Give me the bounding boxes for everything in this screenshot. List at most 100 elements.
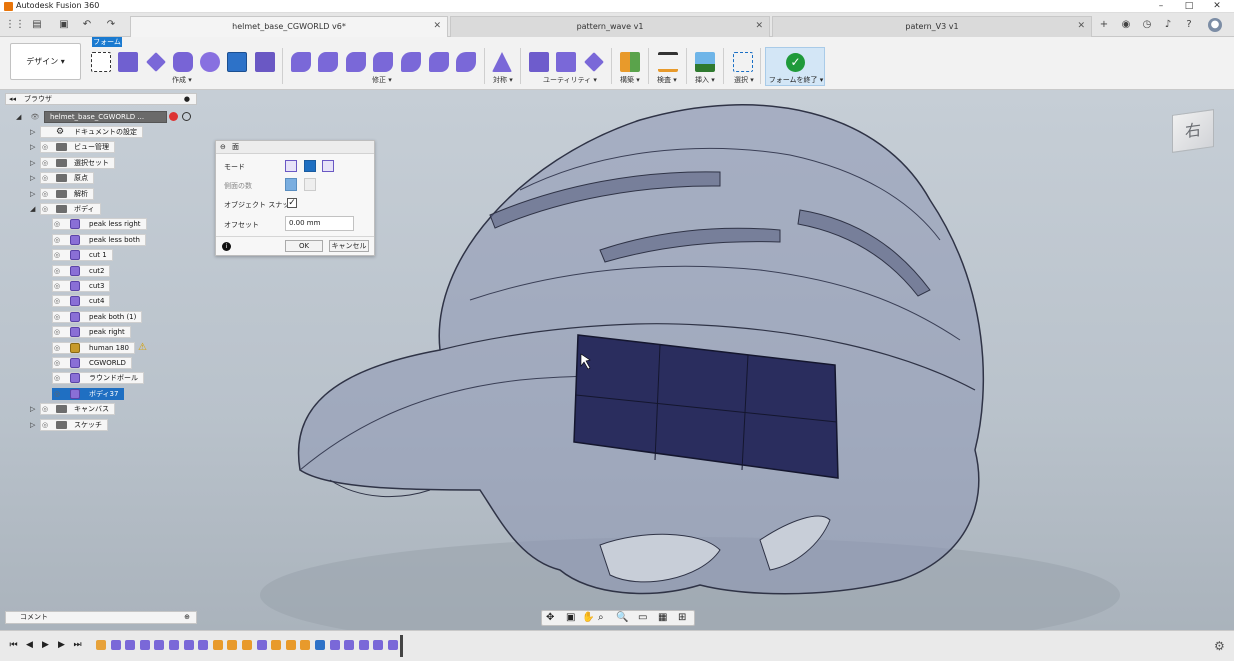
close-tab-icon[interactable]: ✕ [1077,17,1085,36]
timeline-feature-icon[interactable] [169,640,179,650]
expand-arrow-icon[interactable]: ▷ [30,157,38,169]
timeline-feature-icon[interactable] [285,640,296,650]
timeline-feature-icon[interactable] [125,640,136,650]
browser-body-node[interactable]: CGWORLD [52,357,132,369]
save-icon[interactable]: ▣ [57,18,71,32]
sides-three-icon[interactable] [304,178,316,191]
eye-icon[interactable]: ◎ [52,327,62,337]
mode-simple-icon[interactable] [285,160,297,172]
fill-hole-icon[interactable] [401,52,421,72]
cylinder-icon[interactable] [173,52,193,72]
display-mode-icon[interactable] [529,52,549,72]
browser-folder-node[interactable]: キャンバス [40,403,115,415]
construct-group-label[interactable]: 構築 ▾ [620,75,640,85]
tab-pattern-wave[interactable]: pattern_wave v1 ✕ [450,16,770,37]
timeline-feature-icon[interactable] [344,640,355,650]
timeline-feature-icon[interactable] [139,640,150,650]
browser-body-node[interactable]: peak both (1) [52,311,143,323]
insert-image-icon[interactable] [695,52,715,72]
browser-body-node[interactable]: human 180 [52,342,136,354]
eye-icon[interactable]: ◎ [52,266,62,276]
canvas-viewport[interactable] [0,90,1234,653]
dialog-header[interactable]: ⊖ 面 [216,141,374,154]
warning-icon[interactable]: ⚠ [138,342,147,353]
edit-form-icon[interactable] [291,52,311,72]
timeline-feature-icon[interactable] [154,640,165,650]
create-box-sketch-icon[interactable] [91,52,111,72]
browser-pin-icon[interactable]: ● [184,94,190,104]
expand-arrow-icon[interactable]: ▷ [30,403,38,415]
expand-arrow-icon[interactable]: ▷ [30,188,38,200]
weld-icon[interactable] [429,52,449,72]
face-tool-icon[interactable] [227,52,247,72]
extensions-icon[interactable]: ◉ [1119,18,1133,32]
info-icon[interactable]: i [222,242,231,251]
collapse-arrow-icon[interactable]: ◢ [16,111,24,123]
close-tab-icon[interactable]: ✕ [755,17,763,36]
eye-icon[interactable]: ◎ [52,312,62,322]
zoom-icon[interactable]: ⌕ [598,612,604,623]
timeline-feature-icon[interactable] [198,640,209,650]
timeline-marker[interactable] [400,635,403,657]
mode-edge-icon[interactable] [304,160,316,172]
extrude-icon[interactable] [255,52,275,72]
tab-patern-v3[interactable]: patern_V3 v1 ✕ [772,16,1092,37]
expand-arrow-icon[interactable]: ▷ [30,172,38,184]
timeline-feature-icon[interactable] [358,640,369,650]
construct-plane-icon[interactable] [620,52,640,72]
minimize-button[interactable]: – [1152,0,1170,13]
eye-icon[interactable]: ◎ [40,173,50,183]
add-comment-icon[interactable]: ⊕ [184,612,190,623]
eye-icon[interactable]: ◎ [52,343,62,353]
redo-icon[interactable]: ↷ [104,18,118,32]
user-avatar[interactable]: ● [1208,18,1222,32]
timeline-feature-icon[interactable] [329,640,340,650]
eye-icon[interactable]: ◎ [52,250,62,260]
fit-icon[interactable]: 🔍 [616,612,628,623]
timeline-feature-icon[interactable] [212,640,223,650]
crease-icon[interactable] [456,52,476,72]
browser-body-node[interactable]: ボディ37 [52,388,125,400]
orbit-icon[interactable]: ✥ [546,612,554,623]
eye-icon[interactable]: 👁 [30,112,40,122]
modify-group-label[interactable]: 修正 ▾ [372,75,392,85]
cancel-button[interactable]: キャンセル [329,240,369,252]
eye-icon[interactable]: ◎ [52,281,62,291]
eye-icon[interactable]: ◎ [52,373,62,383]
tab-form[interactable]: フォーム [92,37,122,47]
notification-icon[interactable]: ♪ [1161,18,1175,32]
insert-group-label[interactable]: 挿入 ▾ [695,75,715,85]
timeline-last-icon[interactable]: ⏭ [72,640,83,651]
symmetry-group-label[interactable]: 対称 ▾ [493,75,513,85]
mode-chain-icon[interactable] [322,160,334,172]
help-icon[interactable]: ? [1182,18,1196,32]
browser-body-node[interactable]: peak right [52,326,131,338]
bridge-icon[interactable] [373,52,393,72]
timeline-feature-icon[interactable] [227,640,238,650]
browser-header[interactable]: ◂◂ ブラウザ ● [5,93,197,105]
browser-folder-node[interactable]: 選択セット [40,157,115,169]
eye-icon[interactable]: ◎ [52,358,62,368]
collapse-arrow-icon[interactable]: ◢ [30,203,38,215]
file-menu-icon[interactable]: ▤ [30,18,44,32]
eye-icon[interactable]: ◎ [52,219,62,229]
pan-icon[interactable]: ✋ [582,612,594,623]
look-at-icon[interactable]: ▣ [566,612,575,623]
browser-root-node[interactable]: helmet_base_CGWORLD ... [44,111,167,123]
timeline-feature-icon[interactable] [96,640,106,650]
select-group-label[interactable]: 選択 ▾ [734,75,754,85]
eye-icon[interactable]: ◎ [52,389,62,399]
browser-body-node[interactable]: peak less right [52,218,147,230]
workspace-design-button[interactable]: デザイン ▾ [10,43,81,80]
measure-icon[interactable] [658,52,678,72]
utilities-group-label[interactable]: ユーティリティ ▾ [543,75,597,85]
browser-body-node[interactable]: ラウンドボール [52,372,144,384]
eye-icon[interactable]: ◎ [52,296,62,306]
timeline-feature-icon[interactable] [183,640,194,650]
eye-icon[interactable]: ◎ [40,204,50,214]
display-settings-icon[interactable]: ▭ [638,612,647,623]
eye-icon[interactable]: ◎ [52,235,62,245]
timeline-feature-icon[interactable] [300,640,311,650]
timeline-feature-icon[interactable] [271,640,282,650]
new-tab-icon[interactable]: + [1097,18,1111,32]
